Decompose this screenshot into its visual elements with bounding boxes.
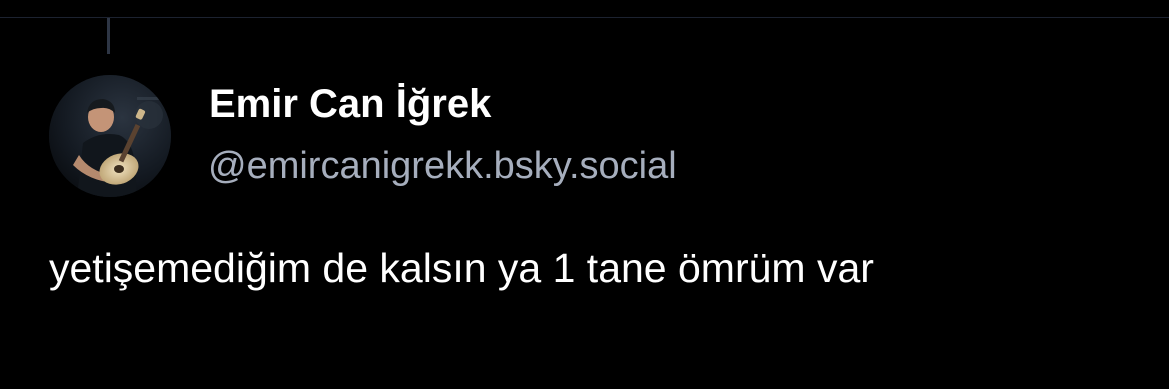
avatar[interactable] [49,75,171,197]
author-display-name[interactable]: Emir Can İğrek [209,78,491,130]
post-text: yetişemediğim de kalsın ya 1 tane ömrüm … [49,245,874,291]
thread-connector-line [107,18,110,54]
author-handle[interactable]: @emircanigrekk.bsky.social [208,141,677,191]
top-divider [0,17,1169,18]
